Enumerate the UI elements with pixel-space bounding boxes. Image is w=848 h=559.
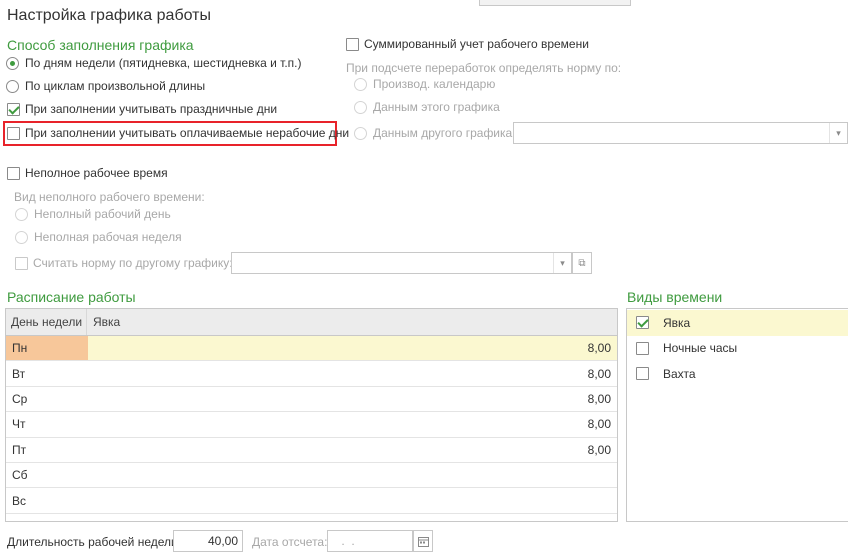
list-item-label: Явка — [663, 315, 691, 330]
table-row[interactable]: Ср 8,00 — [6, 387, 617, 413]
radio-part-time-week[interactable]: Неполная рабочая неделя — [15, 228, 182, 246]
checkbox-consider-holidays[interactable]: При заполнении учитывать праздничные дни — [7, 100, 277, 118]
cell-day: Пт — [12, 442, 27, 457]
week-length-input[interactable]: 40,00 — [173, 530, 243, 552]
calendar-icon[interactable] — [413, 530, 433, 552]
radio-icon — [354, 126, 367, 140]
cell-value: 8,00 — [587, 366, 611, 381]
radio-production-calendar-label: Производ. календарю — [373, 77, 496, 91]
radio-by-cycles[interactable]: По циклам произвольной длины — [6, 77, 205, 95]
radio-other-schedule-label: Данным другого графика — [373, 126, 513, 140]
radio-selected-icon — [6, 56, 19, 70]
cell-day: Сб — [12, 468, 28, 483]
checkbox-consider-paid-nonworking[interactable]: При заполнении учитывать оплачиваемые не… — [7, 124, 349, 142]
checkbox-icon — [15, 256, 28, 270]
radio-this-schedule-label: Данным этого графика — [373, 100, 500, 114]
page-title: Настройка графика работы — [7, 7, 211, 24]
open-icon[interactable]: ⧉ — [572, 252, 592, 274]
radio-icon — [354, 100, 367, 114]
table-row[interactable]: Пн 8,00 — [6, 336, 617, 362]
radio-icon — [15, 230, 28, 244]
schedule-table-header: День недели Явка — [6, 309, 617, 336]
cell-value: 8,00 — [587, 391, 611, 406]
list-item[interactable]: Вахта — [627, 361, 848, 387]
radio-icon — [354, 77, 367, 91]
radio-part-time-week-label: Неполная рабочая неделя — [34, 230, 182, 244]
checkbox-icon[interactable] — [636, 367, 649, 381]
cell-day: Пн — [6, 336, 88, 361]
table-row[interactable]: Сб — [6, 463, 617, 489]
list-item[interactable]: Ночные часы — [627, 336, 848, 362]
checkbox-icon[interactable] — [636, 341, 649, 355]
checkbox-icon — [346, 37, 359, 51]
table-row[interactable]: Пт 8,00 — [6, 438, 617, 463]
cell-day: Ср — [12, 391, 28, 406]
radio-icon — [6, 79, 19, 93]
list-item[interactable]: Явка — [627, 310, 848, 336]
calendar-icon-glyph — [417, 536, 429, 547]
cell-day: Вс — [12, 493, 27, 508]
checkbox-norm-other-schedule-label: Считать норму по другому графику: — [33, 256, 233, 270]
table-row[interactable]: Вт 8,00 — [6, 361, 617, 387]
ref-date-label: Дата отсчета: — [252, 535, 328, 549]
week-length-label: Длительность рабочей недели: — [7, 535, 182, 549]
cell-value: 8,00 — [587, 341, 611, 356]
radio-by-weekdays[interactable]: По дням недели (пятидневка, шестидневка … — [6, 54, 302, 72]
checkbox-norm-other-schedule[interactable]: Считать норму по другому графику: — [15, 254, 233, 272]
radio-this-schedule[interactable]: Данным этого графика — [354, 98, 500, 116]
norm-caption: При подсчете переработок определять норм… — [346, 61, 622, 75]
column-header-day[interactable]: День недели — [6, 309, 87, 335]
cell-day: Вт — [12, 366, 26, 381]
table-row[interactable]: Чт 8,00 — [6, 412, 617, 438]
radio-icon — [15, 207, 28, 221]
norm-other-schedule-value — [232, 253, 553, 273]
checkbox-checked-icon — [7, 102, 20, 116]
other-schedule-value — [514, 123, 829, 143]
radio-other-schedule[interactable]: Данным другого графика — [354, 124, 512, 142]
checkbox-summed-accounting[interactable]: Суммированный учет рабочего времени — [346, 35, 589, 53]
other-schedule-select[interactable]: ▾ — [513, 122, 848, 144]
time-types-heading: Виды времени — [627, 289, 723, 305]
schedule-table[interactable]: День недели Явка Пн 8,00 Вт 8,00 Ср 8,00… — [5, 308, 618, 522]
checkbox-checked-icon[interactable] — [636, 316, 649, 330]
checkbox-icon — [7, 166, 20, 180]
cell-value: 8,00 — [587, 417, 611, 432]
fill-method-heading: Способ заполнения графика — [7, 37, 194, 53]
radio-part-time-day-label: Неполный рабочий день — [34, 207, 171, 221]
list-item-label: Вахта — [663, 366, 696, 381]
radio-by-weekdays-label: По дням недели (пятидневка, шестидневка … — [25, 56, 302, 70]
time-types-list[interactable]: Явка Ночные часы Вахта — [626, 308, 848, 522]
top-toolbar-stub — [479, 0, 631, 6]
table-row[interactable]: Вс — [6, 488, 617, 514]
radio-part-time-day[interactable]: Неполный рабочий день — [15, 205, 171, 223]
ref-date-input[interactable]: . . — [327, 530, 413, 552]
schedule-heading: Расписание работы — [7, 289, 136, 305]
cell-value: 8,00 — [587, 442, 611, 457]
radio-production-calendar[interactable]: Производ. календарю — [354, 75, 495, 93]
dropdown-arrow-icon[interactable]: ▾ — [829, 123, 847, 143]
radio-by-cycles-label: По циклам произвольной длины — [25, 79, 206, 93]
checkbox-part-time-label: Неполное рабочее время — [25, 166, 168, 180]
norm-other-schedule-select[interactable]: ▾ — [231, 252, 572, 274]
checkbox-consider-holidays-label: При заполнении учитывать праздничные дни — [25, 102, 278, 116]
column-header-attendance[interactable]: Явка — [87, 315, 120, 329]
checkbox-part-time[interactable]: Неполное рабочее время — [7, 164, 168, 182]
checkbox-consider-paid-nonworking-label: При заполнении учитывать оплачиваемые не… — [25, 126, 350, 140]
dropdown-arrow-icon[interactable]: ▾ — [553, 253, 571, 273]
cell-day: Чт — [12, 417, 26, 432]
part-time-kind-caption: Вид неполного рабочего времени: — [14, 190, 205, 204]
list-item-label: Ночные часы — [663, 341, 738, 356]
checkbox-summed-accounting-label: Суммированный учет рабочего времени — [364, 37, 589, 51]
checkbox-icon — [7, 126, 20, 140]
